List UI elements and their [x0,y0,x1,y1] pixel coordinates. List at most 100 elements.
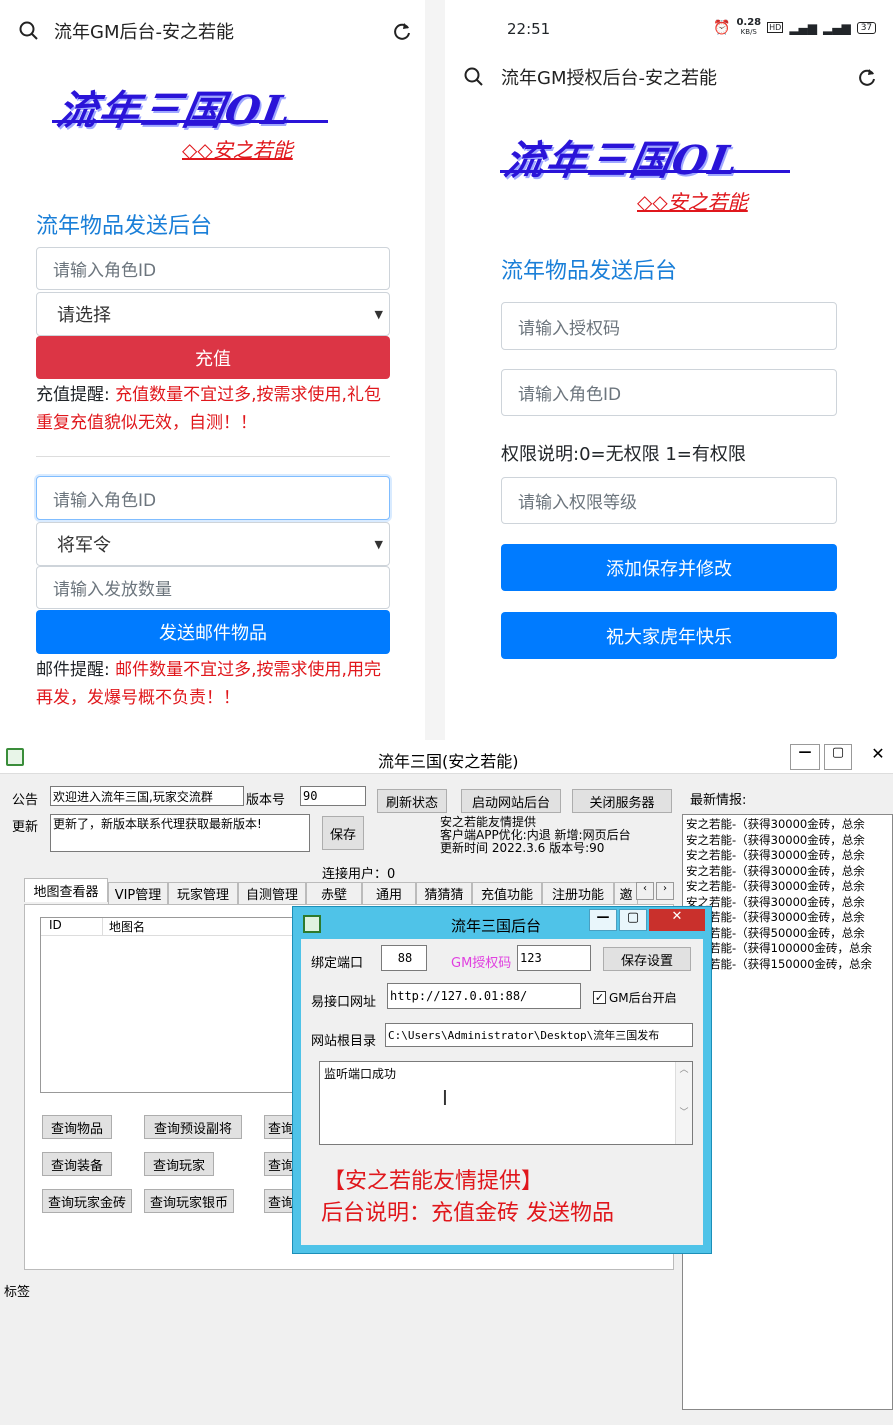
query-equipment-button[interactable]: 查询装备 [42,1152,112,1176]
mail-note-label: 邮件提醒: [36,660,116,680]
close-server-button[interactable]: 关闭服务器 [572,789,672,813]
save-settings-button[interactable]: 保存设置 [603,947,691,971]
log-text: 监听端口成功 [324,1067,397,1081]
greeting-button[interactable]: 祝大家虎年快乐 [501,612,837,659]
log-textarea[interactable]: 监听端口成功 ︿ ﹀ I [319,1061,693,1145]
tab-7[interactable]: 充值功能 [472,882,542,904]
gm-enable-checkbox[interactable]: ✓ GM后台开启 [593,989,677,1006]
gm-enable-label: GM后台开启 [609,991,677,1005]
permission-level-input[interactable]: 请输入权限等级 [501,477,837,524]
start-web-admin-button[interactable]: 启动网站后台 [461,789,561,813]
news-list[interactable]: 安之若能-（获得30000金砖，总余 安之若能-（获得30000金砖，总余 安之若能… [682,814,893,1410]
left-logo: 流年三国OL [53,87,297,134]
query-items-button[interactable]: 查询物品 [42,1115,112,1139]
server-dialog: 流年三国后台 — ▢ ✕ 绑定端口 88 GM授权码 123 保存设置 易接口网… [292,906,712,1254]
dialog-minimize-button[interactable]: — [589,909,617,931]
window-title: 流年三国(安之若能) [378,752,519,771]
left-item2-select[interactable]: 将军令 ▼ [36,522,390,566]
left-role-id2-input[interactable]: 请输入角色ID [36,476,390,520]
tab-3[interactable]: 自测管理 [238,882,306,904]
tab-9[interactable]: 邀 [614,882,638,904]
reload-icon[interactable] [391,20,413,42]
right-url-text: 流年GM授权后台-安之若能 [501,68,717,89]
right-logo-underline [500,170,790,173]
web-root-input[interactable]: C:\Users\Administrator\Desktop\流年三国发布 [385,1023,693,1047]
news-item: 安之若能-（获得150000金砖，总余 [686,956,873,971]
tab-2[interactable]: 玩家管理 [168,882,238,904]
auth-code-label: GM授权码 [451,956,512,971]
tab-6[interactable]: 猜猜猜 [416,882,472,904]
signal-icon: ▂▄▆ [789,20,817,35]
version-input[interactable]: 90 [300,786,366,806]
left-role-id-input[interactable]: 请输入角色ID [36,247,390,290]
search-icon [464,67,483,86]
right-role-id-input[interactable]: 请输入角色ID [501,369,837,416]
query-player-button[interactable]: 查询玩家 [144,1152,214,1176]
text-cursor-icon: I [442,1086,448,1110]
web-root-label: 网站根目录 [311,1034,377,1049]
notice-input[interactable]: 欢迎进入流年三国,玩家交流群 [50,786,244,806]
map-table[interactable]: ID 地图名 [40,917,300,1093]
query-player-gold-button[interactable]: 查询玩家金砖 [42,1189,132,1213]
news-item: 安之若能-（获得30000金砖，总余 [686,863,865,878]
save-modify-button[interactable]: 添加保存并修改 [501,544,837,591]
tab-8[interactable]: 注册功能 [542,882,614,904]
info-box: 安之若能友情提供 客户端APP优化:内退 新增:网页后台 更新时间 2022.3… [440,816,672,862]
right-url-bar[interactable]: 流年GM授权后台-安之若能 [463,64,878,90]
tab-5[interactable]: 通用 [362,882,416,904]
news-label: 最新情报: [690,793,747,808]
col-map: 地图名 [109,920,146,934]
battery-icon: 37 [856,21,877,34]
close-icon[interactable]: ✕ [864,744,892,770]
port-input[interactable]: 88 [381,945,427,971]
tab-scroll-right[interactable]: › [656,882,674,900]
reload-icon[interactable] [856,66,878,88]
dialog-title: 流年三国后台 [451,917,542,935]
phone-gap [425,0,445,740]
minimize-button[interactable]: — [790,744,820,770]
recharge-note: 充值提醒: 充值数量不宜过多,按需求使用,礼包重复充值貌似无效，自测！！ [36,381,396,437]
api-url-input[interactable]: http://127.0.01:88/ [387,983,581,1009]
tab-1[interactable]: VIP管理 [108,882,168,904]
left-select-value: 请选择 [57,305,111,326]
table-header: ID 地图名 [41,918,299,936]
maximize-button[interactable]: ▢ [824,744,852,770]
left-item-select[interactable]: 请选择 ▼ [36,292,390,336]
left-logo-subtitle: ◇◇安之若能 [182,138,293,162]
port-label: 绑定端口 [311,956,364,971]
tab-scroll-left[interactable]: ‹ [636,882,654,900]
app-icon [6,748,24,766]
auth-code-field[interactable]: 123 [517,945,591,971]
query-player-silver-button[interactable]: 查询玩家银币 [144,1189,234,1213]
news-item: 安之若能-（获得30000金砖，总余 [686,879,865,893]
left-url-bar[interactable]: 流年GM后台-安之若能 [18,18,413,44]
left-logo-underline [52,120,328,123]
query-preset-generals-button[interactable]: 查询预设副将 [144,1115,242,1139]
news-item: 安之若能-（获得50000金砖，总余 [686,925,865,940]
tab-0[interactable]: 地图查看器 [24,878,108,902]
chevron-down-icon: ▼ [374,307,383,321]
dialog-body: 绑定端口 88 GM授权码 123 保存设置 易接口网址 http://127.… [301,939,703,1245]
checkbox-checked-icon: ✓ [593,991,606,1004]
chevron-down-icon: ▼ [374,537,383,551]
desktop-window: 流年三国(安之若能) — ▢ ✕ 公告 欢迎进入流年三国,玩家交流群 版本号 9… [0,740,893,1425]
tab-4[interactable]: 赤壁 [306,882,362,904]
left-heading: 流年物品发送后台 [36,214,213,239]
notice-label: 公告 [12,793,39,808]
send-mail-button[interactable]: 发送邮件物品 [36,610,390,654]
recharge-button[interactable]: 充值 [36,336,390,379]
update-input[interactable]: 更新了，新版本联系代理获取最新版本! [50,814,310,852]
news-item: 安之若能-（获得100000金砖，总余 [686,941,873,955]
dialog-maximize-button[interactable]: ▢ [619,909,647,931]
news-item: 安之若能-（获得30000金砖，总余 [686,894,865,909]
log-scrollbar[interactable]: ︿ ﹀ [675,1062,692,1144]
refresh-status-button[interactable]: 刷新状态 [377,789,447,813]
right-logo-subtitle: ◇◇安之若能 [637,190,748,214]
right-logo: 流年三国OL [500,137,744,184]
dialog-close-icon[interactable]: ✕ [649,909,705,931]
left-qty-input[interactable]: 请输入发放数量 [36,566,390,609]
auth-code-input[interactable]: 请输入授权码 [501,302,837,350]
bottom-label: 标签 [4,1285,31,1300]
save-button[interactable]: 保存 [322,816,364,850]
signal-4g-icon: ▂▄▆ [823,20,851,35]
